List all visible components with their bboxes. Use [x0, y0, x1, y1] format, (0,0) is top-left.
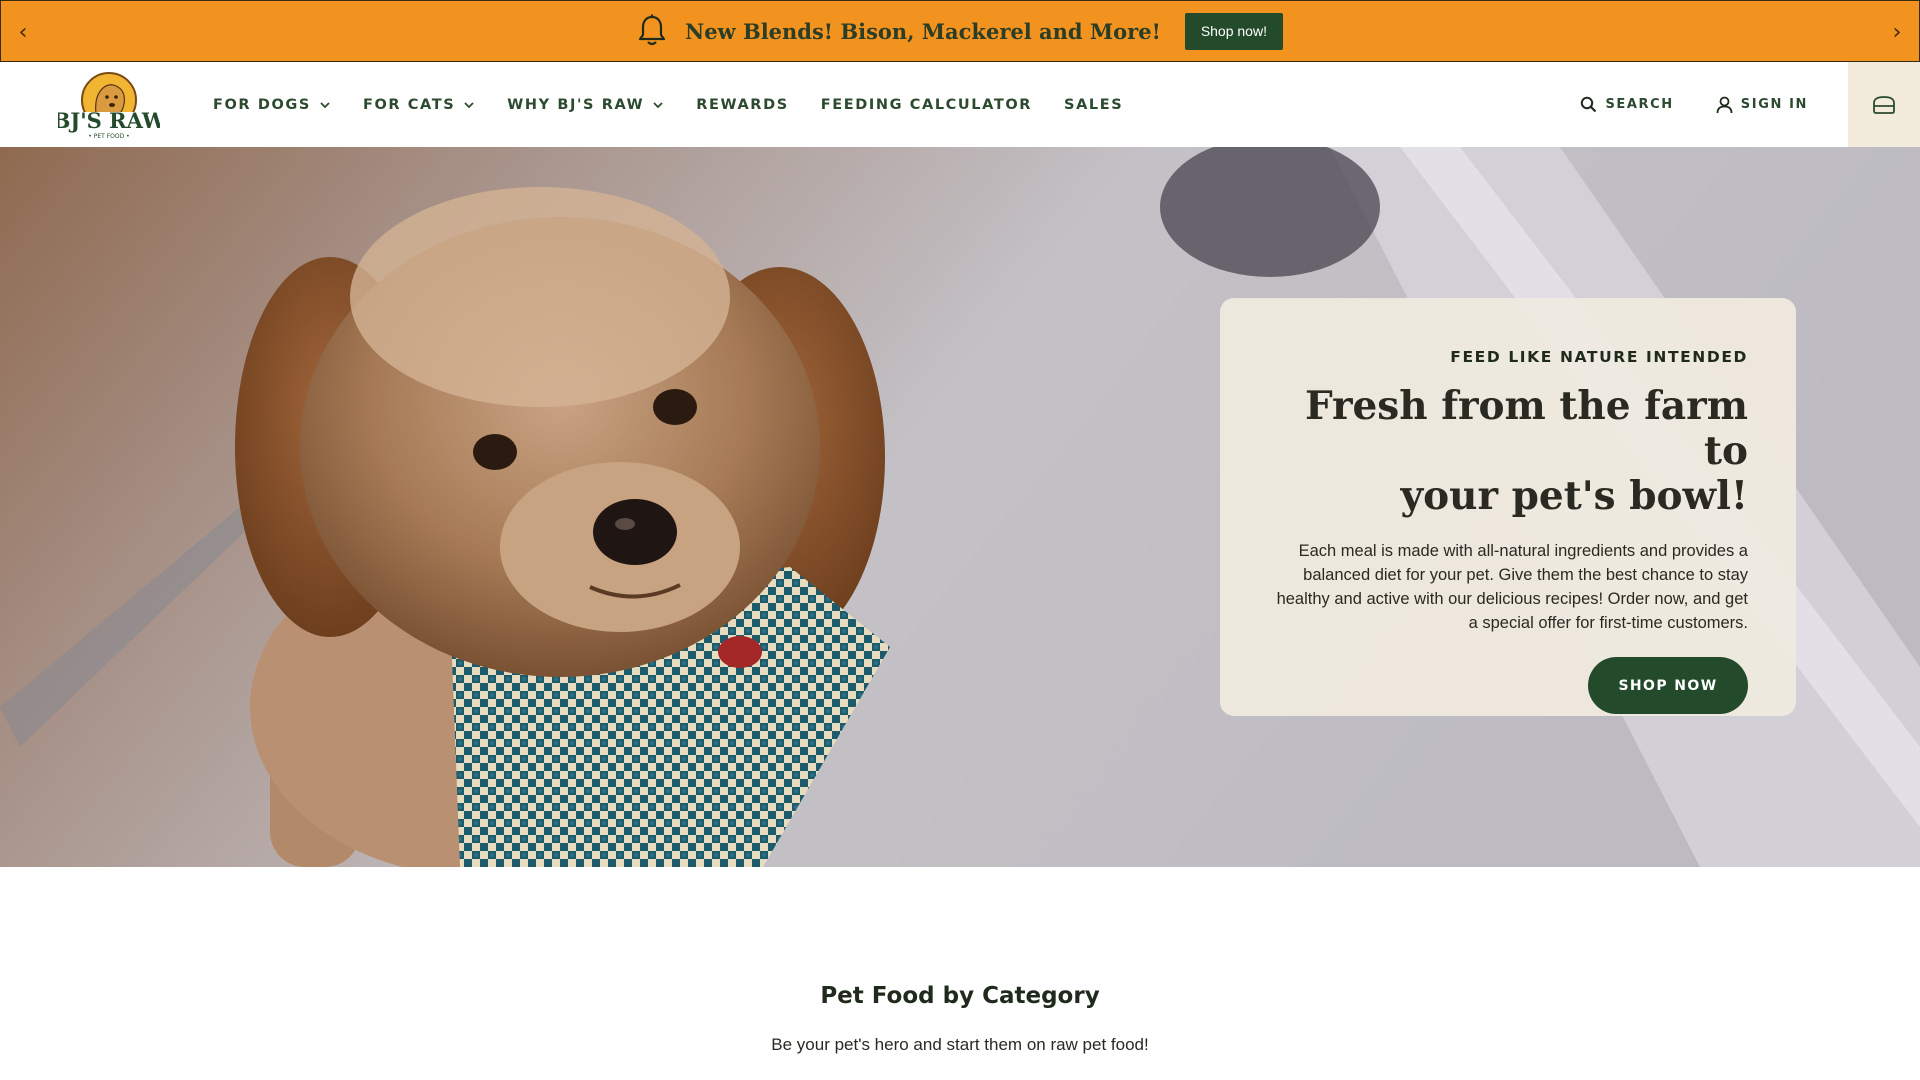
nav-for-dogs[interactable]: FOR DOGS	[213, 97, 331, 113]
logo-wordmark: BJ'S RAW	[58, 108, 160, 133]
nav-label: REWARDS	[696, 96, 789, 113]
site-header: BJ'S RAW • PET FOOD • FOR DOGS FOR CATS …	[0, 62, 1920, 147]
nav-rewards[interactable]: REWARDS	[696, 97, 788, 113]
sign-in-button[interactable]: SIGN IN	[1716, 96, 1808, 114]
chevron-down-icon	[320, 101, 330, 108]
hero-headline-line1: Fresh from the farm to	[1304, 383, 1748, 474]
brand-logo[interactable]: BJ'S RAW • PET FOOD •	[53, 70, 166, 140]
category-subtitle: Be your pet's hero and start them on raw…	[771, 1035, 1149, 1054]
nav-label: SALES	[1064, 96, 1124, 113]
announcement-prev-button[interactable]: ‹	[1, 1, 45, 63]
chevron-down-icon	[653, 101, 663, 108]
nav-label: FOR DOGS	[213, 96, 311, 113]
announcement-next-button[interactable]: ›	[1875, 1, 1919, 63]
announcement-shop-button[interactable]: Shop now!	[1184, 12, 1283, 50]
category-title: Pet Food by Category	[820, 983, 1100, 1009]
header-utilities: SEARCH SIGN IN	[1580, 62, 1808, 147]
announcement-message: New Blends! Bison, Mackerel and More!	[685, 18, 1161, 44]
cart-button[interactable]	[1848, 62, 1920, 147]
cart-icon	[1873, 95, 1895, 114]
hero-body: Each meal is made with all-natural ingre…	[1276, 542, 1748, 632]
main-nav: FOR DOGS FOR CATS WHY BJ'S RAW REWARDS F…	[213, 62, 1123, 147]
hero-shop-now-button[interactable]: SHOP NOW	[1588, 657, 1748, 714]
hero-card: FEED LIKE NATURE INTENDED Fresh from the…	[1220, 298, 1796, 716]
hero-headline-line2: your pet's bowl!	[1400, 473, 1748, 519]
bell-icon	[637, 14, 667, 48]
category-section: Pet Food by Category Be your pet's hero …	[0, 867, 1920, 1080]
announcement-bar: ‹ New Blends! Bison, Mackerel and More! …	[0, 0, 1920, 62]
user-icon	[1716, 96, 1733, 113]
search-button[interactable]: SEARCH	[1580, 96, 1673, 113]
chevron-right-icon: ›	[1892, 19, 1902, 45]
nav-label: FEEDING CALCULATOR	[820, 96, 1033, 113]
nav-label: WHY BJ'S RAW	[507, 96, 645, 113]
nav-sales[interactable]: SALES	[1064, 97, 1123, 113]
hero-headline: Fresh from the farm to your pet's bowl!	[1268, 384, 1748, 519]
announcement-content: New Blends! Bison, Mackerel and More! Sh…	[637, 12, 1283, 50]
search-icon	[1581, 96, 1597, 113]
chevron-down-icon	[464, 101, 474, 108]
hero-eyebrow: FEED LIKE NATURE INTENDED	[1450, 348, 1748, 366]
nav-why-bjs-raw[interactable]: WHY BJ'S RAW	[507, 97, 664, 113]
sign-in-label: SIGN IN	[1740, 97, 1808, 112]
chevron-left-icon: ‹	[18, 19, 28, 45]
logo-subtext: • PET FOOD •	[88, 133, 129, 140]
nav-label: FOR CATS	[362, 96, 456, 113]
search-label: SEARCH	[1605, 97, 1674, 112]
nav-feeding-calculator[interactable]: FEEDING CALCULATOR	[821, 97, 1032, 113]
nav-for-cats[interactable]: FOR CATS	[363, 97, 475, 113]
hero-banner: FEED LIKE NATURE INTENDED Fresh from the…	[0, 147, 1920, 867]
